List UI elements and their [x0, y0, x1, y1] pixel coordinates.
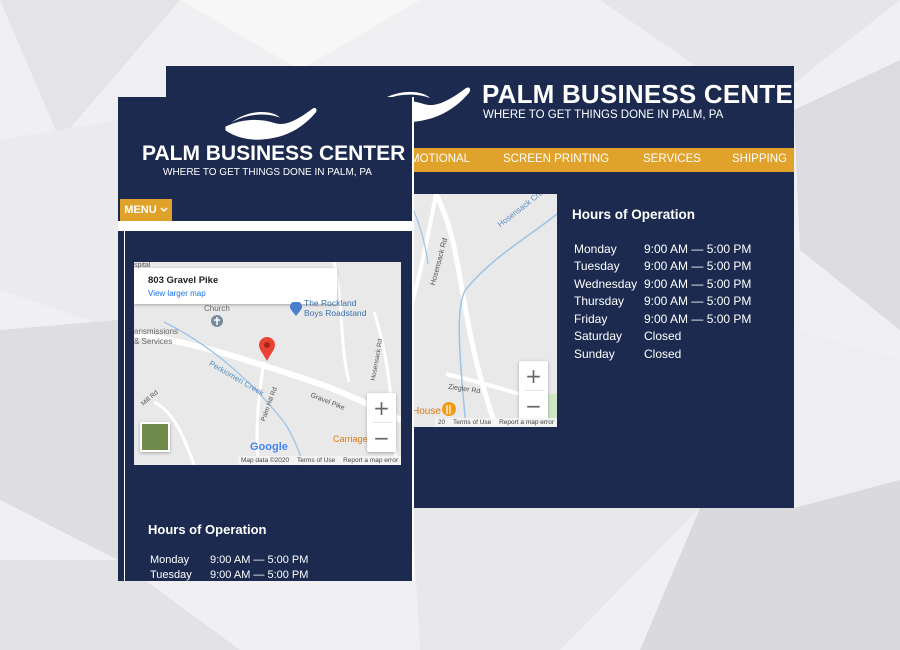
map-data-text: 20 [437, 419, 446, 426]
hours-day: Friday [574, 311, 608, 326]
terms-link[interactable]: Terms of Use [297, 457, 335, 464]
terms-link[interactable]: Terms of Use [453, 419, 491, 426]
site-tagline: WHERE TO GET THINGS DONE IN PALM, PA [483, 109, 724, 121]
hours-day: Tuesday [150, 568, 192, 581]
map-label-services: & Services [134, 337, 173, 346]
satellite-toggle[interactable] [140, 422, 170, 452]
map-attribution: 20 Terms of Use Report a map error [434, 418, 557, 427]
hours-time: 9:00 AM — 5:00 PM [644, 241, 752, 256]
hours-time: Closed [644, 346, 682, 361]
hours-time: 9:00 AM — 5:00 PM [644, 276, 752, 291]
hours-row: Wednesday 9:00 AM — 5:00 PM [572, 275, 753, 293]
hours-table: Monday 9:00 AM — 5:00 PM Tuesday 9:00 AM — … [148, 552, 310, 581]
info-title: 803 Gravel Pike [148, 275, 219, 286]
hours-time: Closed [644, 329, 682, 344]
hours-day: Tuesday [574, 259, 620, 274]
hours-row: Friday 9:00 AM — 5:00 PM [572, 310, 753, 328]
nav-item-screen-printing[interactable]: SCREEN PRINTING [503, 153, 609, 165]
google-logo: Google [250, 441, 288, 453]
nav-item-services[interactable]: SERVICES [643, 153, 701, 165]
view-larger-map-link[interactable]: View larger map [148, 289, 206, 298]
hours-row: Saturday Closed [572, 328, 753, 346]
hours-row: Sunday Closed [572, 345, 753, 363]
map-zoom-control: + − [519, 361, 548, 420]
report-error-link[interactable]: Report a map error [499, 419, 554, 426]
site-title[interactable]: PALM BUSINESS CENTER [142, 142, 405, 166]
hours-time: 9:00 AM — 5:00 PM [644, 294, 752, 309]
map-label-house: House [412, 406, 441, 417]
hours-row: Tuesday 9:00 AM — 5:00 PM [572, 258, 753, 276]
map-label-hospital: spital [134, 262, 151, 269]
map-label-rockland: The Rockland [304, 298, 357, 308]
hand-logo-icon [225, 107, 317, 140]
chevron-down-icon [160, 207, 168, 213]
hours-day: Saturday [574, 329, 623, 344]
map-zoom-control: + − [367, 393, 396, 452]
hours-day: Monday [150, 553, 190, 566]
header-divider [118, 221, 412, 231]
zoom-in-button[interactable]: + [367, 393, 396, 422]
hours-time: 9:00 AM — 5:00 PM [644, 311, 752, 326]
map-label-roadstand: Boys Roadstand [304, 308, 367, 318]
hours-time: 9:00 AM — 5:00 PM [210, 568, 309, 581]
map-label-carriage: Carriage [333, 434, 368, 444]
shop-marker-icon[interactable] [290, 302, 302, 316]
site-title[interactable]: PALM BUSINESS CENTER [482, 79, 794, 110]
hours-day: Sunday [574, 346, 615, 361]
site-tagline: WHERE TO GET THINGS DONE IN PALM, PA [163, 167, 372, 178]
map-label-transmissions: ansmissions [134, 327, 179, 336]
hours-time: 9:00 AM — 5:00 PM [644, 259, 752, 274]
church-marker-icon[interactable] [211, 315, 223, 329]
hours-row: Tuesday 9:00 AM — 5:00 PM [148, 567, 310, 581]
hours-row: Thursday 9:00 AM — 5:00 PM [572, 293, 753, 311]
menu-button[interactable]: MENU [120, 199, 172, 221]
restaurant-marker-icon[interactable] [442, 402, 456, 418]
hours-day: Wednesday [574, 276, 638, 291]
hours-title: Hours of Operation [572, 207, 696, 222]
location-pin-icon[interactable] [259, 337, 275, 361]
hours-time: 9:00 AM — 5:00 PM [210, 553, 309, 566]
zoom-out-button[interactable]: − [519, 391, 548, 420]
map-attribution: Map data ©2020 Terms of Use Report a map… [237, 456, 401, 465]
map-data-text: Map data ©2020 [240, 457, 290, 464]
hours-table: Monday 9:00 AM — 5:00 PM Tuesday 9:00 AM — … [572, 240, 753, 363]
zoom-out-button[interactable]: − [367, 423, 396, 452]
map-label-church: Church [204, 304, 230, 313]
nav-item-shipping[interactable]: SHIPPING [732, 153, 787, 165]
google-map[interactable]: 803 Gravel Pike View larger map spital C… [134, 262, 401, 465]
mobile-mockup: PALM BUSINESS CENTER WHERE TO GET THINGS… [118, 97, 414, 581]
zoom-in-button[interactable]: + [519, 361, 548, 390]
hours-title: Hours of Operation [148, 522, 267, 537]
hours-row: Monday 9:00 AM — 5:00 PM [572, 240, 753, 258]
menu-label: MENU [124, 204, 157, 216]
hours-row: Monday 9:00 AM — 5:00 PM [148, 552, 310, 567]
hours-day: Thursday [574, 294, 625, 309]
report-error-link[interactable]: Report a map error [343, 457, 398, 464]
nav-item-promotional[interactable]: MOTIONAL [410, 153, 470, 165]
hours-day: Monday [574, 241, 617, 256]
